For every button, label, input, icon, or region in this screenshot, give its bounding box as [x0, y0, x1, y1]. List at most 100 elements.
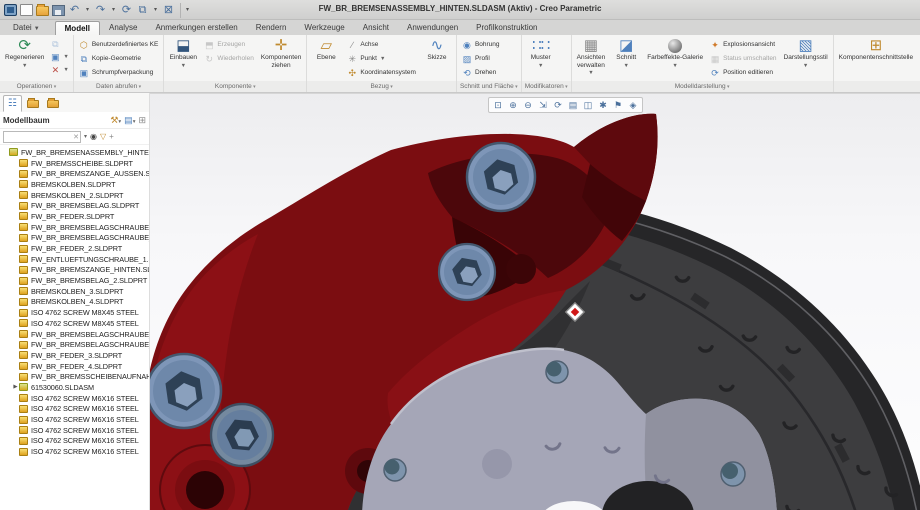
tree-item[interactable]: FW_BR_BREMSSCHEIBENAUFNAHME.SLDPRT — [2, 371, 149, 382]
annotation-display-icon[interactable]: ⚑ — [611, 99, 625, 112]
window-switch-icon[interactable]: ⧉ — [136, 3, 149, 18]
tree-item[interactable]: FW_BR_BREMSBELAGSCHRAUBE_2.SLDPRT — [2, 233, 149, 244]
socket-screw-lower[interactable] — [211, 404, 273, 466]
tree-search-box[interactable]: ✕ — [3, 131, 81, 143]
graphics-area[interactable]: ⊡⊕⊖⇲⟳▤◫✱⚑◈ — [150, 93, 920, 510]
farbeffekte-galerie-button[interactable]: Farbeffekte-Galerie ▼ — [644, 36, 706, 81]
clear-search-icon[interactable]: ✕ — [73, 132, 79, 143]
tree-item[interactable]: ISO 4762 SCREW M6X16 STEEL — [2, 446, 149, 457]
tree-search-input[interactable] — [4, 132, 80, 142]
tree-item[interactable]: FW_ENTLUEFTUNGSCHRAUBE_1.SLDPRT — [2, 254, 149, 265]
tree-item[interactable]: FW_BR_BREMSENASSEMBLY_HINTEN.SLDASM — [2, 147, 149, 158]
group-label-modelldarstellung[interactable]: Modelldarstellung — [572, 81, 833, 93]
tree-item[interactable]: BREMSKOLBEN.SLDPRT — [2, 179, 149, 190]
redo-dropdown-icon[interactable]: ▾ — [110, 3, 117, 18]
regenerate-window-icon[interactable]: ⟳ — [120, 3, 133, 18]
tree-item[interactable]: ISO 4762 SCREW M6X16 STEEL — [2, 425, 149, 436]
add-filter-icon[interactable]: + — [109, 131, 114, 143]
filter-icon[interactable]: ▽ — [100, 131, 106, 143]
socket-screw-left[interactable] — [150, 354, 221, 428]
wheel-stud-left[interactable] — [384, 459, 406, 481]
schnitt-button[interactable]: ◪ Schnitt ▼ — [609, 36, 643, 81]
tree-item[interactable]: ISO 4762 SCREW M6X16 STEEL — [2, 404, 149, 415]
tree-item[interactable]: FW_BR_BREMSBELAGSCHRAUBE.SLDPRT — [2, 222, 149, 233]
refit-icon[interactable]: ⇲ — [536, 99, 550, 112]
profil-button[interactable]: ▨Profil — [459, 52, 503, 65]
group-label-modellabsicht[interactable]: Modellabsicht — [834, 81, 920, 93]
tree-item[interactable]: FW_BR_FEDER_4.SLDPRT — [2, 361, 149, 372]
wheel-stud-top[interactable] — [546, 361, 568, 383]
tab-werkzeuge[interactable]: Werkzeuge — [295, 21, 353, 35]
tree-item[interactable]: FW_BR_BREMSZANGE_HINTEN.SLDPRT — [2, 265, 149, 276]
achse-button[interactable]: ∕Achse — [344, 38, 419, 51]
regenerieren-button[interactable]: ⟳ Regenerieren ▼ — [2, 36, 47, 81]
tree-settings-icon[interactable]: ▤▾ — [124, 115, 135, 126]
paste-button[interactable]: ▣▼ — [48, 51, 70, 63]
search-options-dropdown-icon[interactable]: ▾ — [84, 131, 87, 143]
komponenten-ziehen-button[interactable]: ✛ Komponenten ziehen — [258, 36, 304, 81]
tree-item[interactable]: BREMSKOLBEN_2.SLDPRT — [2, 190, 149, 201]
tree-item[interactable]: FW_BR_BREMSBELAGSCHRAUBE_4.SLDPRT — [2, 339, 149, 350]
tab-anmerkungen-erstellen[interactable]: Anmerkungen erstellen — [146, 21, 246, 35]
undo-dropdown-icon[interactable]: ▾ — [84, 3, 91, 18]
tab-datei[interactable]: Datei▼ — [4, 21, 49, 35]
wheel-stud-right[interactable] — [721, 462, 745, 486]
new-file-icon[interactable] — [20, 4, 33, 16]
group-label-modifikatoren[interactable]: Modifikatoren — [522, 81, 571, 93]
group-label-bezug[interactable]: Bezug — [307, 81, 456, 93]
zoom-in-icon[interactable]: ⊕ — [506, 99, 520, 112]
komponentenschnittstelle-button[interactable]: ⊞ Komponentenschnittstelle — [836, 36, 916, 81]
tab-analyse[interactable]: Analyse — [100, 21, 146, 35]
tree-item[interactable]: ISO 4762 SCREW M8X45 STEEL — [2, 318, 149, 329]
tab-ansicht[interactable]: Ansicht — [354, 21, 398, 35]
muster-button[interactable]: ∷∷ Muster ▼ — [524, 36, 558, 81]
tab-modell[interactable]: Modell — [55, 21, 100, 35]
tab-folder-browser[interactable] — [23, 95, 42, 112]
kopie-geometrie-button[interactable]: ⧉Kopie-Geometrie — [76, 52, 161, 65]
group-label-komponente[interactable]: Komponente — [164, 81, 306, 93]
find-icon[interactable]: ◉ — [90, 131, 97, 143]
tree-item[interactable]: FW_BR_FEDER_3.SLDPRT — [2, 350, 149, 361]
tab-anwendungen[interactable]: Anwendungen — [398, 21, 467, 35]
zoom-out-icon[interactable]: ⊖ — [521, 99, 535, 112]
tree-item[interactable]: ISO 4762 SCREW M8X45 STEEL — [2, 307, 149, 318]
drehen-button[interactable]: ⟲Drehen — [459, 66, 503, 79]
tree-item[interactable]: FW_BR_FEDER.SLDPRT — [2, 211, 149, 222]
explosionsansicht-button[interactable]: ✦Explosionsansicht — [707, 38, 779, 51]
3d-model-scene[interactable] — [150, 94, 920, 510]
socket-screw-mid[interactable] — [439, 244, 495, 300]
bohrung-button[interactable]: ◉Bohrung — [459, 38, 503, 51]
tab-profilkonstruktion[interactable]: Profilkonstruktion — [467, 21, 546, 35]
datum-display-icon[interactable]: ✱ — [596, 99, 610, 112]
benutzerdefiniertes-ke-button[interactable]: ⬡Benutzerdefiniertes KE — [76, 38, 161, 51]
window-switch-dropdown-icon[interactable]: ▾ — [152, 3, 159, 18]
tree-item[interactable]: ISO 4762 SCREW M6X16 STEEL — [2, 393, 149, 404]
tree-item[interactable]: FW_BR_BREMSBELAG.SLDPRT — [2, 200, 149, 211]
tree-item[interactable]: FW_BREMSSCHEIBE.SLDPRT — [2, 158, 149, 169]
group-label-schnitt-und-flaeche[interactable]: Schnitt und Fläche — [457, 81, 521, 93]
tree-item[interactable]: ▶ 61530060.SLDASM — [2, 382, 149, 393]
tree-item[interactable]: BREMSKOLBEN_4.SLDPRT — [2, 297, 149, 308]
skizze-button[interactable]: ∿ Skizze — [420, 36, 454, 81]
tree-item[interactable]: ISO 4762 SCREW M6X16 STEEL — [2, 436, 149, 447]
tree-item[interactable]: FW_BR_BREMSBELAG_2.SLDPRT — [2, 275, 149, 286]
tree-item[interactable]: ISO 4762 SCREW M6X16 STEEL — [2, 414, 149, 425]
tree-tools-icon[interactable]: ⚒▾ — [110, 115, 121, 126]
delete-button[interactable]: ✕▼ — [48, 64, 70, 76]
punkt-button[interactable]: ✳Punkt▼ — [344, 52, 419, 65]
tab-rendern[interactable]: Rendern — [247, 21, 296, 35]
redo-icon[interactable]: ↷ — [94, 3, 107, 18]
ebene-button[interactable]: ▱ Ebene — [309, 36, 343, 81]
undo-icon[interactable]: ↶ — [68, 3, 81, 18]
zoom-region-icon[interactable]: ⊡ — [491, 99, 505, 112]
qat-customize-icon[interactable]: ▾ — [180, 3, 189, 18]
group-label-daten-abrufen[interactable]: Daten abrufen — [74, 81, 163, 93]
tree-item[interactable]: BREMSKOLBEN_3.SLDPRT — [2, 286, 149, 297]
app-icon[interactable] — [4, 4, 17, 16]
repaint-icon[interactable]: ⟳ — [551, 99, 565, 112]
spin-center-icon[interactable]: ◈ — [626, 99, 640, 112]
saved-views-icon[interactable]: ▤ — [566, 99, 580, 112]
position-editieren-button[interactable]: ⟳Position editieren — [707, 66, 779, 79]
schrumpfverpackung-button[interactable]: ▣Schrumpfverpackung — [76, 66, 161, 79]
expand-arrow-icon[interactable]: ▶ — [12, 384, 19, 390]
